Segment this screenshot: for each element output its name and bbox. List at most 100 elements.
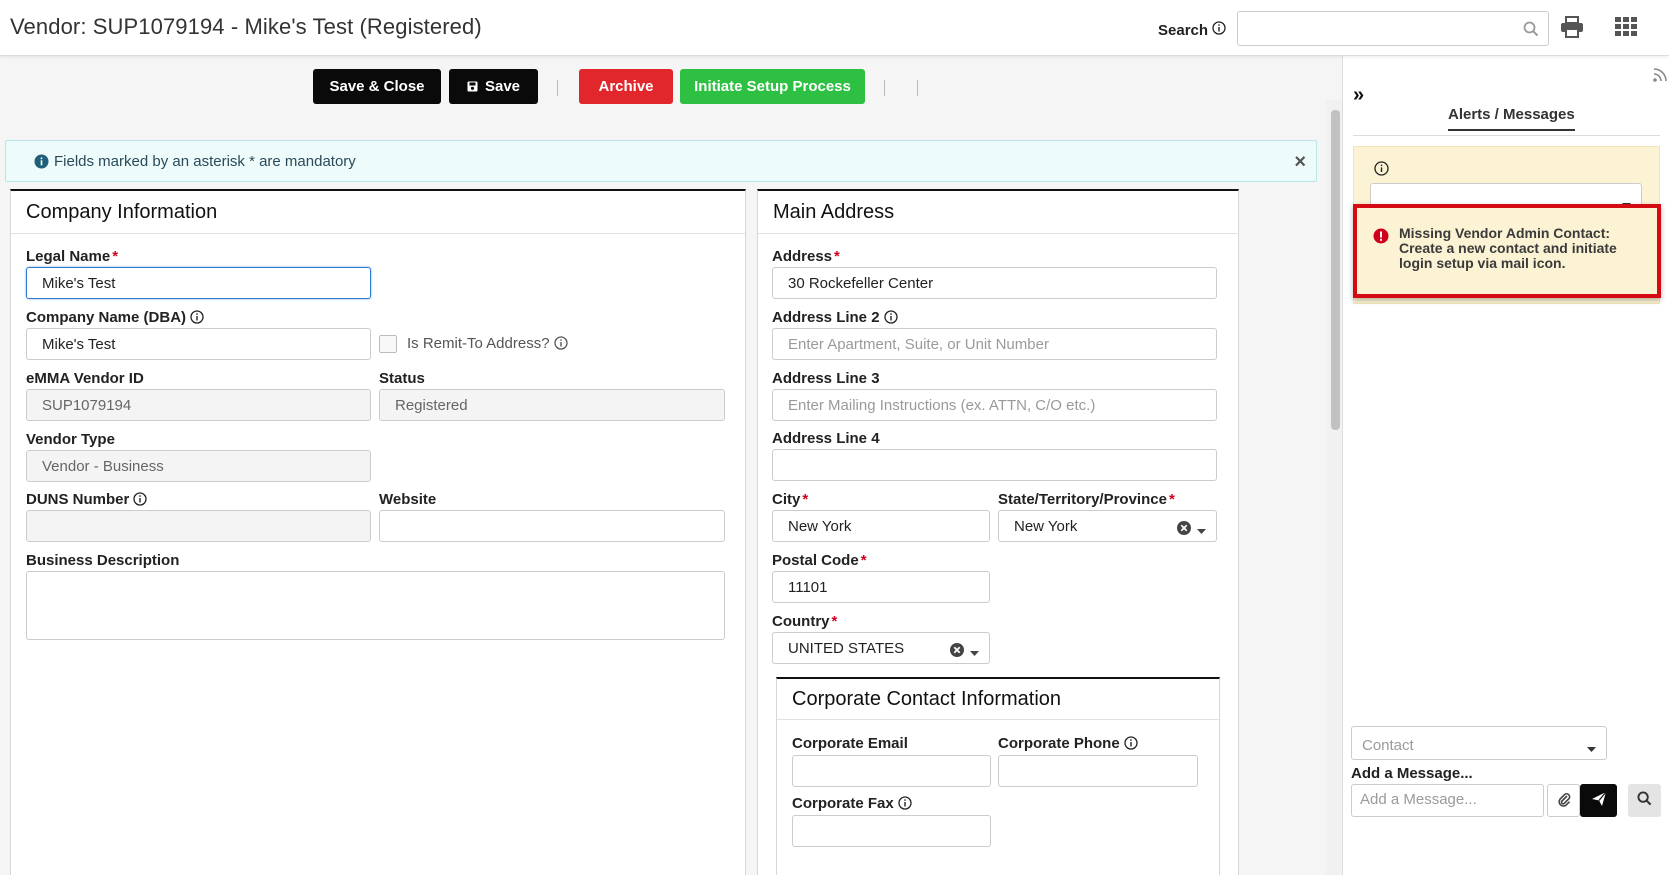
dba-input[interactable] (27, 329, 370, 359)
legal-name-label: Legal Name * (26, 248, 118, 265)
paperclip-icon (1557, 791, 1571, 811)
notice-text: Fields marked by an asterisk * are manda… (54, 153, 356, 170)
search-icon (1637, 791, 1652, 810)
alerts-messages-panel: » Alerts / Messages Missing Vendor Admin… (1342, 56, 1669, 875)
message-input[interactable] (1352, 785, 1543, 816)
search-label-text: Search (1158, 22, 1209, 39)
city-field[interactable] (772, 510, 990, 542)
postal-code-input[interactable] (773, 572, 989, 602)
chevron-down-icon[interactable] (1587, 740, 1596, 757)
info-icon[interactable] (553, 336, 568, 354)
info-icon[interactable] (1212, 21, 1226, 39)
address-field[interactable] (772, 267, 1217, 299)
vendor-type-value: Vendor - Business (42, 457, 164, 475)
error-icon (1373, 228, 1389, 248)
business-description-field[interactable] (26, 571, 725, 640)
main-address-card: Main Address Address* Address Line 2 Add… (757, 189, 1239, 875)
save-button[interactable]: Save (449, 69, 538, 104)
toolbar-divider (884, 80, 885, 96)
chevron-down-icon[interactable] (1197, 522, 1206, 539)
address-line3-input[interactable] (773, 390, 1216, 420)
clear-icon[interactable] (950, 643, 964, 661)
scrollbar-thumb[interactable] (1331, 110, 1340, 430)
required-asterisk: * (802, 491, 809, 508)
send-button[interactable] (1580, 784, 1617, 817)
send-icon (1591, 791, 1607, 811)
alert-message: Missing Vendor Admin Contact: Create a n… (1353, 204, 1661, 298)
info-icon[interactable] (898, 796, 912, 814)
archive-button[interactable]: Archive (579, 69, 673, 104)
tab-alerts-messages[interactable]: Alerts / Messages (1448, 106, 1575, 131)
duns-field[interactable] (26, 510, 371, 542)
vendor-id-label: eMMA Vendor ID (26, 370, 144, 387)
message-field[interactable] (1351, 784, 1544, 817)
search-field[interactable] (1237, 11, 1549, 46)
rss-icon[interactable] (1653, 68, 1667, 86)
info-icon[interactable] (190, 310, 204, 328)
corporate-fax-field[interactable] (792, 815, 991, 847)
toolbar-divider (557, 80, 558, 96)
apps-grid-icon[interactable] (1615, 17, 1639, 41)
required-asterisk: * (831, 613, 838, 630)
info-icon[interactable] (133, 492, 148, 510)
remit-to-label-text: Is Remit-To Address? (407, 335, 550, 352)
corporate-fax-input[interactable] (793, 816, 990, 846)
address-input[interactable] (773, 268, 1216, 298)
state-label-text: State/Territory/Province (998, 491, 1167, 508)
address-line2-field[interactable] (772, 328, 1217, 360)
address-line4-input[interactable] (773, 450, 1216, 480)
corporate-phone-label-text: Corporate Phone (998, 735, 1120, 752)
legal-name-field[interactable] (26, 267, 371, 299)
divider (11, 233, 745, 234)
corporate-email-input[interactable] (793, 756, 990, 786)
search-input[interactable] (1238, 12, 1548, 45)
status-field: Registered (379, 389, 725, 421)
address-line4-field[interactable] (772, 449, 1217, 481)
address-line2-input[interactable] (773, 329, 1216, 359)
city-input[interactable] (773, 511, 989, 541)
chevron-down-icon[interactable] (970, 644, 979, 661)
info-icon[interactable] (883, 310, 898, 328)
action-toolbar: Save & Close Save Archive Initiate Setup… (0, 64, 1326, 104)
corporate-phone-input[interactable] (999, 756, 1197, 786)
corporate-phone-field[interactable] (998, 755, 1198, 787)
save-button-label: Save (484, 78, 521, 95)
section-title: Main Address (773, 201, 895, 223)
corporate-phone-label: Corporate Phone (998, 735, 1138, 754)
collapse-panel-icon[interactable]: » (1353, 84, 1364, 107)
postal-code-label-text: Postal Code (772, 552, 859, 569)
remit-to-checkbox[interactable] (379, 335, 397, 353)
print-icon[interactable] (1560, 16, 1586, 42)
dba-label-text: Company Name (DBA) (26, 309, 187, 326)
corporate-email-label: Corporate Email (792, 735, 908, 752)
clear-icon[interactable] (1177, 521, 1191, 539)
website-input[interactable] (380, 511, 724, 541)
contact-select[interactable]: Contact (1351, 726, 1607, 760)
dba-field[interactable] (26, 328, 371, 360)
info-icon[interactable] (1124, 736, 1138, 754)
business-description-input[interactable] (27, 572, 724, 639)
duns-label: DUNS Number (26, 491, 148, 510)
address-label: Address * (772, 248, 840, 265)
initiate-setup-button[interactable]: Initiate Setup Process (680, 69, 865, 104)
toolbar-divider (917, 80, 918, 96)
corporate-email-field[interactable] (792, 755, 991, 787)
address-line2-label: Address Line 2 (772, 309, 898, 328)
state-select[interactable]: New York (998, 510, 1217, 542)
save-and-close-button[interactable]: Save & Close (313, 69, 441, 104)
attach-button[interactable] (1547, 784, 1580, 817)
country-select[interactable]: UNITED STATES (772, 632, 990, 664)
duns-input[interactable] (27, 511, 370, 541)
remit-to-label: Is Remit-To Address? (407, 335, 568, 354)
search-messages-button[interactable] (1628, 784, 1661, 817)
address-line3-label: Address Line 3 (772, 370, 880, 387)
vendor-type-field: Vendor - Business (26, 450, 371, 482)
website-field[interactable] (379, 510, 725, 542)
address-line3-field[interactable] (772, 389, 1217, 421)
corporate-fax-label-text: Corporate Fax (792, 795, 894, 812)
legal-name-input[interactable] (27, 268, 370, 298)
search-icon[interactable] (1523, 21, 1539, 41)
info-icon[interactable] (1374, 161, 1389, 180)
close-icon[interactable]: × (1294, 151, 1306, 174)
postal-code-field[interactable] (772, 571, 990, 603)
